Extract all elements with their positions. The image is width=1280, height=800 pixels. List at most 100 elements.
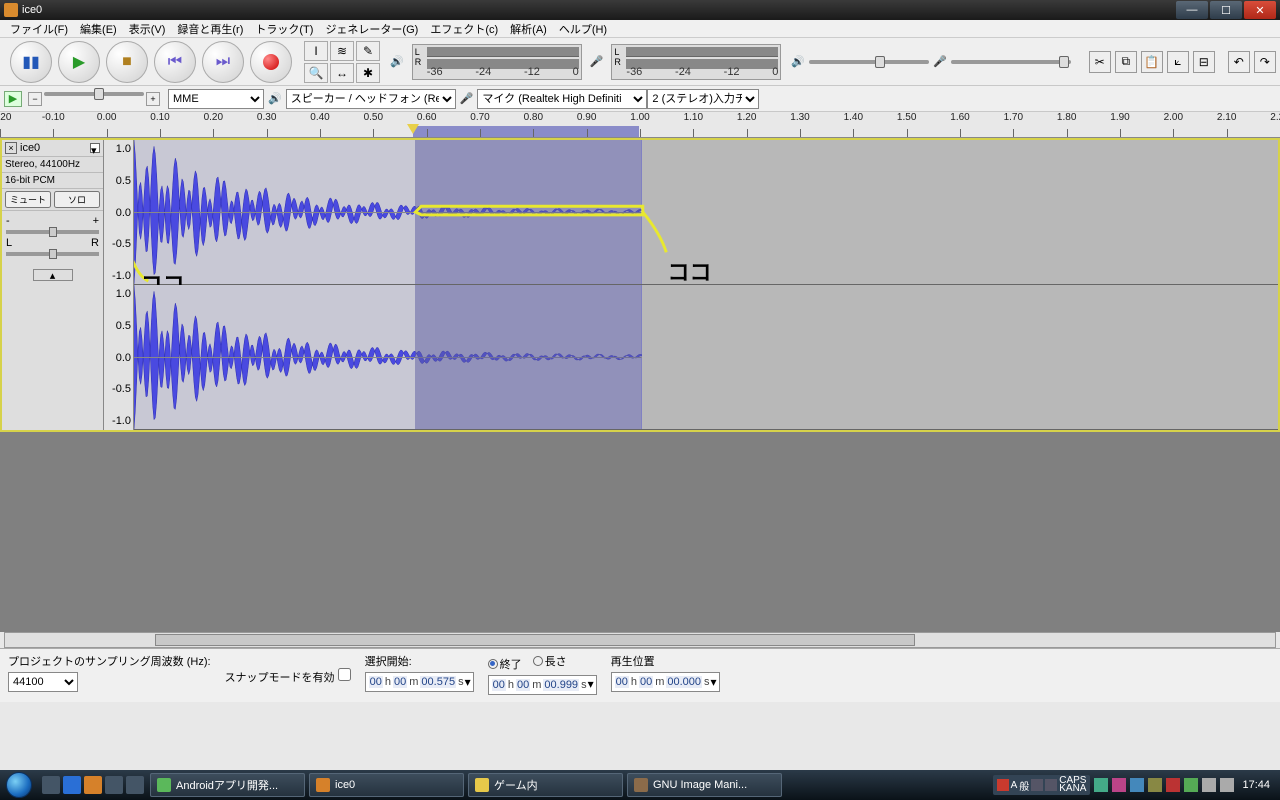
paste-button[interactable]: 📋 bbox=[1141, 51, 1163, 73]
tray-icon[interactable] bbox=[1184, 778, 1198, 792]
draw-tool[interactable]: ✎ bbox=[356, 41, 380, 61]
amplitude-scale-l: 1.0 0.5 0.0 -0.5 -1.0 bbox=[104, 140, 134, 285]
timeshift-tool[interactable]: ↔ bbox=[330, 63, 354, 83]
play-speed-slider[interactable] bbox=[44, 92, 144, 96]
skip-start-button[interactable]: ⏮ bbox=[154, 41, 196, 83]
ql-icon[interactable] bbox=[63, 776, 81, 794]
silence-button[interactable]: ⊟ bbox=[1193, 51, 1215, 73]
speed-dec[interactable]: − bbox=[28, 92, 42, 106]
collapse-button[interactable]: ▴ bbox=[33, 269, 73, 281]
play-at-speed-button[interactable]: ▶ bbox=[4, 91, 22, 107]
zoom-tool[interactable]: 🔍 bbox=[304, 63, 328, 83]
tray-icon[interactable] bbox=[1094, 778, 1108, 792]
menu-track[interactable]: トラック(T) bbox=[249, 19, 319, 39]
tray-icon[interactable] bbox=[1148, 778, 1162, 792]
project-rate-select[interactable]: 44100 bbox=[8, 672, 78, 692]
tray-icon[interactable] bbox=[1130, 778, 1144, 792]
speed-inc[interactable]: + bbox=[146, 92, 160, 106]
taskbar-button[interactable]: ゲーム内 bbox=[468, 773, 623, 797]
taskbar-button[interactable]: Androidアプリ開発... bbox=[150, 773, 305, 797]
system-tray: A般 CAPSKANA 17:44 bbox=[993, 775, 1280, 795]
trim-button[interactable]: ⟀ bbox=[1167, 51, 1189, 73]
in-vol-icon: 🎤 bbox=[933, 55, 947, 68]
pan-slider[interactable] bbox=[6, 252, 99, 256]
empty-track-area[interactable] bbox=[0, 432, 1280, 632]
menu-file[interactable]: ファイル(F) bbox=[4, 19, 74, 39]
selection-toolbar: プロジェクトのサンプリング周波数 (Hz): 44100 スナップモードを有効 … bbox=[0, 648, 1280, 702]
output-device-select[interactable]: スピーカー / ヘッドフォン (Real bbox=[286, 89, 456, 109]
gain-slider[interactable] bbox=[6, 230, 99, 234]
playback-meter[interactable]: LR -36-24-120 bbox=[412, 44, 582, 80]
menu-generate[interactable]: ジェネレーター(G) bbox=[319, 19, 424, 39]
mic-icon: 🎤 bbox=[460, 92, 474, 105]
solo-button[interactable]: ソロ bbox=[54, 191, 100, 208]
skip-end-button[interactable]: ⏭ bbox=[202, 41, 244, 83]
window-title: ice0 bbox=[22, 4, 42, 16]
multi-tool[interactable]: ✱ bbox=[356, 63, 380, 83]
menu-effect[interactable]: エフェクト(c) bbox=[424, 19, 504, 39]
audio-host-select[interactable]: MME bbox=[168, 89, 264, 109]
pause-button[interactable]: ▮▮ bbox=[10, 41, 52, 83]
menu-view[interactable]: 表示(V) bbox=[123, 19, 172, 39]
undo-button[interactable]: ↶ bbox=[1228, 51, 1250, 73]
copy-button[interactable]: ⧉ bbox=[1115, 51, 1137, 73]
track-name[interactable]: ice0 bbox=[20, 142, 87, 154]
close-button[interactable]: ✕ bbox=[1244, 1, 1276, 19]
start-button[interactable] bbox=[0, 770, 38, 800]
input-device-select[interactable]: マイク (Realtek High Definiti bbox=[477, 89, 647, 109]
taskbar-button[interactable]: ice0 bbox=[309, 773, 464, 797]
maximize-button[interactable]: ☐ bbox=[1210, 1, 1242, 19]
selection-tool[interactable]: I bbox=[304, 41, 328, 61]
length-radio[interactable]: 長さ bbox=[533, 653, 567, 669]
audio-position-label: 再生位置 bbox=[611, 653, 720, 669]
track-close-button[interactable]: × bbox=[5, 142, 17, 154]
snap-label: スナップモードを有効 bbox=[225, 672, 335, 684]
windows-taskbar: Androidアプリ開発... ice0 ゲーム内 GNU Image Mani… bbox=[0, 770, 1280, 800]
mute-button[interactable]: ミュート bbox=[5, 191, 51, 208]
audio-position-time[interactable]: 00h 00m 00.000s▾ bbox=[611, 672, 720, 692]
menu-help[interactable]: ヘルプ(H) bbox=[553, 19, 613, 39]
selection-start-label: 選択開始: bbox=[365, 653, 474, 669]
stop-button[interactable]: ■ bbox=[106, 41, 148, 83]
menu-transport[interactable]: 録音と再生(r) bbox=[171, 19, 249, 39]
play-button[interactable]: ▶ bbox=[58, 41, 100, 83]
tray-volume-icon[interactable] bbox=[1220, 778, 1234, 792]
timeline-ruler[interactable]: -0.20-0.100.000.100.200.300.400.500.600.… bbox=[0, 112, 1280, 138]
ql-icon[interactable] bbox=[84, 776, 102, 794]
tools-grid: I ≋ ✎ 🔍 ↔ ✱ bbox=[304, 41, 380, 83]
ql-icon[interactable] bbox=[42, 776, 60, 794]
record-meter[interactable]: LR -36-24-120 bbox=[611, 44, 781, 80]
horizontal-scrollbar[interactable] bbox=[4, 632, 1276, 648]
selection-end-time[interactable]: 00h 00m 00.999s▾ bbox=[488, 675, 597, 695]
ql-icon[interactable] bbox=[105, 776, 123, 794]
menu-edit[interactable]: 編集(E) bbox=[74, 19, 123, 39]
snap-checkbox[interactable] bbox=[338, 668, 351, 681]
mic-icon: 🎤 bbox=[590, 55, 604, 68]
tray-icon[interactable] bbox=[1112, 778, 1126, 792]
minimize-button[interactable]: — bbox=[1176, 1, 1208, 19]
track-format: Stereo, 44100Hz bbox=[2, 157, 103, 173]
envelope-tool[interactable]: ≋ bbox=[330, 41, 354, 61]
speaker-icon: 🔊 bbox=[390, 55, 404, 68]
taskbar-clock[interactable]: 17:44 bbox=[1238, 779, 1274, 791]
track-menu-button[interactable]: ▾ bbox=[90, 143, 100, 153]
ime-toolbar[interactable]: A般 CAPSKANA bbox=[993, 775, 1091, 795]
input-channels-select[interactable]: 2 (ステレオ)入力チ bbox=[647, 89, 759, 109]
taskbar-button[interactable]: GNU Image Mani... bbox=[627, 773, 782, 797]
waveform-right[interactable]: ココ bbox=[134, 285, 1278, 430]
output-volume-slider[interactable] bbox=[809, 60, 929, 64]
tray-icon[interactable] bbox=[1166, 778, 1180, 792]
project-rate-label: プロジェクトのサンプリング周波数 (Hz): bbox=[8, 653, 211, 669]
selection-start-time[interactable]: 00h 00m 00.575s▾ bbox=[365, 672, 474, 692]
tray-icon[interactable] bbox=[1202, 778, 1216, 792]
end-radio[interactable]: 終了 bbox=[488, 656, 522, 672]
title-bar: ice0 — ☐ ✕ bbox=[0, 0, 1280, 20]
app-icon bbox=[4, 3, 18, 17]
menu-analyze[interactable]: 解析(A) bbox=[504, 19, 553, 39]
record-button[interactable] bbox=[250, 41, 292, 83]
ql-icon[interactable] bbox=[126, 776, 144, 794]
cut-button[interactable]: ✂ bbox=[1089, 51, 1111, 73]
input-volume-slider[interactable] bbox=[951, 60, 1071, 64]
track-bitdepth: 16-bit PCM bbox=[2, 173, 103, 189]
redo-button[interactable]: ↷ bbox=[1254, 51, 1276, 73]
